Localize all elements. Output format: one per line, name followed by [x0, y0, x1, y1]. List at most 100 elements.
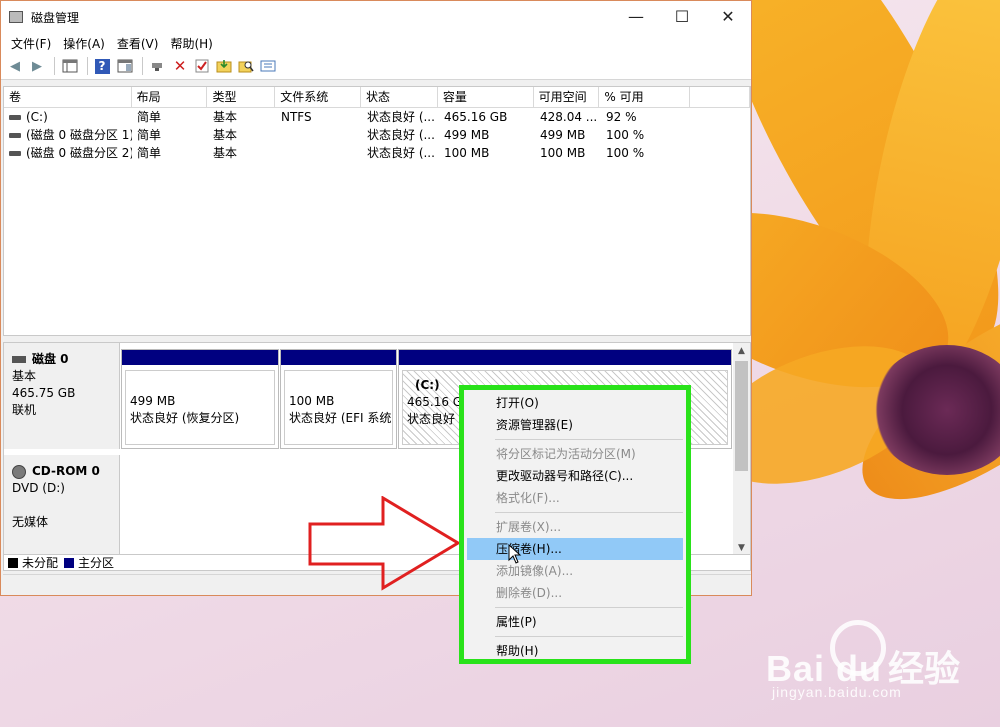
- console-tree-icon[interactable]: [60, 56, 80, 76]
- partition-efi[interactable]: 100 MB 状态良好 (EFI 系统: [280, 349, 397, 449]
- menu-bar: 文件(F) 操作(A) 查看(V) 帮助(H): [1, 33, 751, 53]
- cell-volume: (磁盘 0 磁盘分区 2): [26, 146, 132, 160]
- partition-status: 状态良好 (EFI 系统: [289, 411, 392, 425]
- delete-icon[interactable]: ✕: [170, 56, 190, 76]
- cdrom-0-name: CD-ROM 0: [32, 464, 100, 478]
- cell-filesystem: [276, 126, 362, 144]
- menu-item-open[interactable]: 打开(O): [467, 392, 683, 414]
- partition-size: 499 MB: [130, 394, 176, 408]
- partition-recovery[interactable]: 499 MB 状态良好 (恢复分区): [121, 349, 279, 449]
- col-header-capacity[interactable]: 容量: [438, 87, 534, 107]
- drive-icon: [9, 115, 21, 120]
- baidu-watermark: Bai du 经验 jingyan.baidu.com: [766, 640, 961, 700]
- table-row[interactable]: (磁盘 0 磁盘分区 2) 简单 基本 状态良好 (... 100 MB 100…: [4, 144, 750, 162]
- primary-swatch: [64, 557, 75, 568]
- toolbar-separator: [142, 57, 143, 75]
- col-header-filesystem[interactable]: 文件系统: [275, 87, 362, 107]
- menu-item-add-mirror[interactable]: 添加镜像(A)...: [467, 560, 683, 582]
- watermark-url: jingyan.baidu.com: [772, 684, 902, 700]
- toolbar-separator: [87, 57, 88, 75]
- close-button[interactable]: ✕: [705, 1, 751, 31]
- volume-list-header: 卷 布局 类型 文件系统 状态 容量 可用空间 % 可用: [4, 87, 750, 108]
- unallocated-swatch: [8, 557, 18, 568]
- col-header-status[interactable]: 状态: [361, 87, 438, 107]
- settings-list-icon[interactable]: [258, 56, 278, 76]
- mouse-cursor-icon: [508, 544, 522, 564]
- cell-capacity: 499 MB: [444, 128, 490, 142]
- new-folder-icon[interactable]: [214, 56, 234, 76]
- menu-file[interactable]: 文件(F): [5, 35, 57, 52]
- scroll-up-icon[interactable]: ▲: [733, 343, 750, 359]
- partition-bar: [122, 350, 278, 365]
- connect-icon[interactable]: [148, 56, 168, 76]
- minimize-button[interactable]: —: [613, 1, 659, 31]
- toolbar: ◀ ▶ ? ✕: [1, 53, 751, 80]
- hard-disk-icon: [12, 356, 26, 363]
- col-header-percent-free[interactable]: % 可用: [599, 87, 691, 107]
- menu-action[interactable]: 操作(A): [57, 35, 111, 52]
- menu-item-properties[interactable]: 属性(P): [467, 611, 683, 633]
- toolbar-separator: [54, 57, 55, 75]
- partition-bar: [399, 350, 731, 365]
- volume-list: 卷 布局 类型 文件系统 状态 容量 可用空间 % 可用 (C:) 简单 基本 …: [3, 86, 751, 336]
- col-header-extra[interactable]: [690, 87, 750, 107]
- cdrom-0-media: 无媒体: [12, 515, 49, 529]
- cell-filesystem: NTFS: [281, 110, 312, 124]
- partition-size: 100 MB: [289, 394, 335, 408]
- cdrom-0-label[interactable]: CD-ROM 0 DVD (D:) 无媒体: [4, 455, 120, 556]
- menu-separator: [495, 636, 683, 637]
- menu-item-delete-volume[interactable]: 删除卷(D)...: [467, 582, 683, 604]
- partition-status: 状态良好 (恢复分区): [130, 411, 240, 425]
- cell-layout: 简单: [137, 128, 162, 142]
- drive-icon: [9, 151, 21, 156]
- menu-item-help[interactable]: 帮助(H): [467, 640, 683, 662]
- disk-0-type: 基本: [12, 369, 37, 383]
- table-row[interactable]: (磁盘 0 磁盘分区 1) 简单 基本 状态良好 (... 499 MB 499…: [4, 126, 750, 144]
- cell-volume: (磁盘 0 磁盘分区 1): [26, 128, 132, 142]
- cell-percent-free: 100 %: [606, 146, 645, 160]
- forward-arrow-icon[interactable]: ▶: [27, 56, 47, 76]
- cell-free-space: 499 MB: [540, 128, 586, 142]
- legend-unallocated: 未分配: [22, 556, 59, 570]
- menu-item-mark-active[interactable]: 将分区标记为活动分区(M): [467, 443, 683, 465]
- cell-type: 基本: [213, 110, 238, 124]
- cell-capacity: 465.16 GB: [444, 110, 508, 124]
- menu-item-extend-volume[interactable]: 扩展卷(X)...: [467, 516, 683, 538]
- menu-item-change-drive-letter[interactable]: 更改驱动器号和路径(C)...: [467, 465, 683, 487]
- properties-view-icon[interactable]: [115, 56, 135, 76]
- window-controls: — ☐ ✕: [613, 1, 751, 31]
- title-bar[interactable]: 磁盘管理 — ☐ ✕: [1, 1, 751, 33]
- window-title: 磁盘管理: [31, 10, 80, 25]
- cell-status: 状态良好 (...: [367, 110, 435, 124]
- cell-volume: (C:): [26, 110, 48, 124]
- menu-item-format[interactable]: 格式化(F)...: [467, 487, 683, 509]
- menu-view[interactable]: 查看(V): [111, 35, 165, 52]
- watermark-sub: 经验: [888, 648, 961, 689]
- maximize-button[interactable]: ☐: [659, 1, 705, 31]
- cd-rom-icon: [12, 464, 26, 479]
- disk-0-size: 465.75 GB: [12, 386, 76, 400]
- search-folder-icon[interactable]: [236, 56, 256, 76]
- menu-help[interactable]: 帮助(H): [164, 35, 218, 52]
- watermark-brand: Bai du: [766, 648, 883, 689]
- context-menu: 打开(O) 资源管理器(E) 将分区标记为活动分区(M) 更改驱动器号和路径(C…: [459, 385, 691, 664]
- col-header-type[interactable]: 类型: [207, 87, 276, 107]
- cell-filesystem: [276, 144, 362, 162]
- scrollbar-thumb[interactable]: [735, 361, 748, 471]
- cell-type: 基本: [213, 146, 238, 160]
- check-icon[interactable]: [192, 56, 212, 76]
- help-icon[interactable]: ?: [93, 56, 113, 76]
- disk-0-label[interactable]: 磁盘 0 基本 465.75 GB 联机: [4, 343, 120, 449]
- col-header-free-space[interactable]: 可用空间: [534, 87, 600, 107]
- disk-panel-scrollbar[interactable]: ▲ ▼: [733, 343, 750, 556]
- menu-separator: [495, 607, 683, 608]
- annotation-arrow: [308, 496, 461, 591]
- back-arrow-icon[interactable]: ◀: [5, 56, 25, 76]
- col-header-volume[interactable]: 卷: [4, 87, 132, 107]
- menu-item-explorer[interactable]: 资源管理器(E): [467, 414, 683, 436]
- cell-status: 状态良好 (...: [367, 146, 435, 160]
- table-row[interactable]: (C:) 简单 基本 NTFS 状态良好 (... 465.16 GB 428.…: [4, 108, 750, 126]
- cell-free-space: 428.04 ...: [540, 110, 598, 124]
- menu-item-shrink-volume[interactable]: 压缩卷(H)...: [467, 538, 683, 560]
- col-header-layout[interactable]: 布局: [132, 87, 208, 107]
